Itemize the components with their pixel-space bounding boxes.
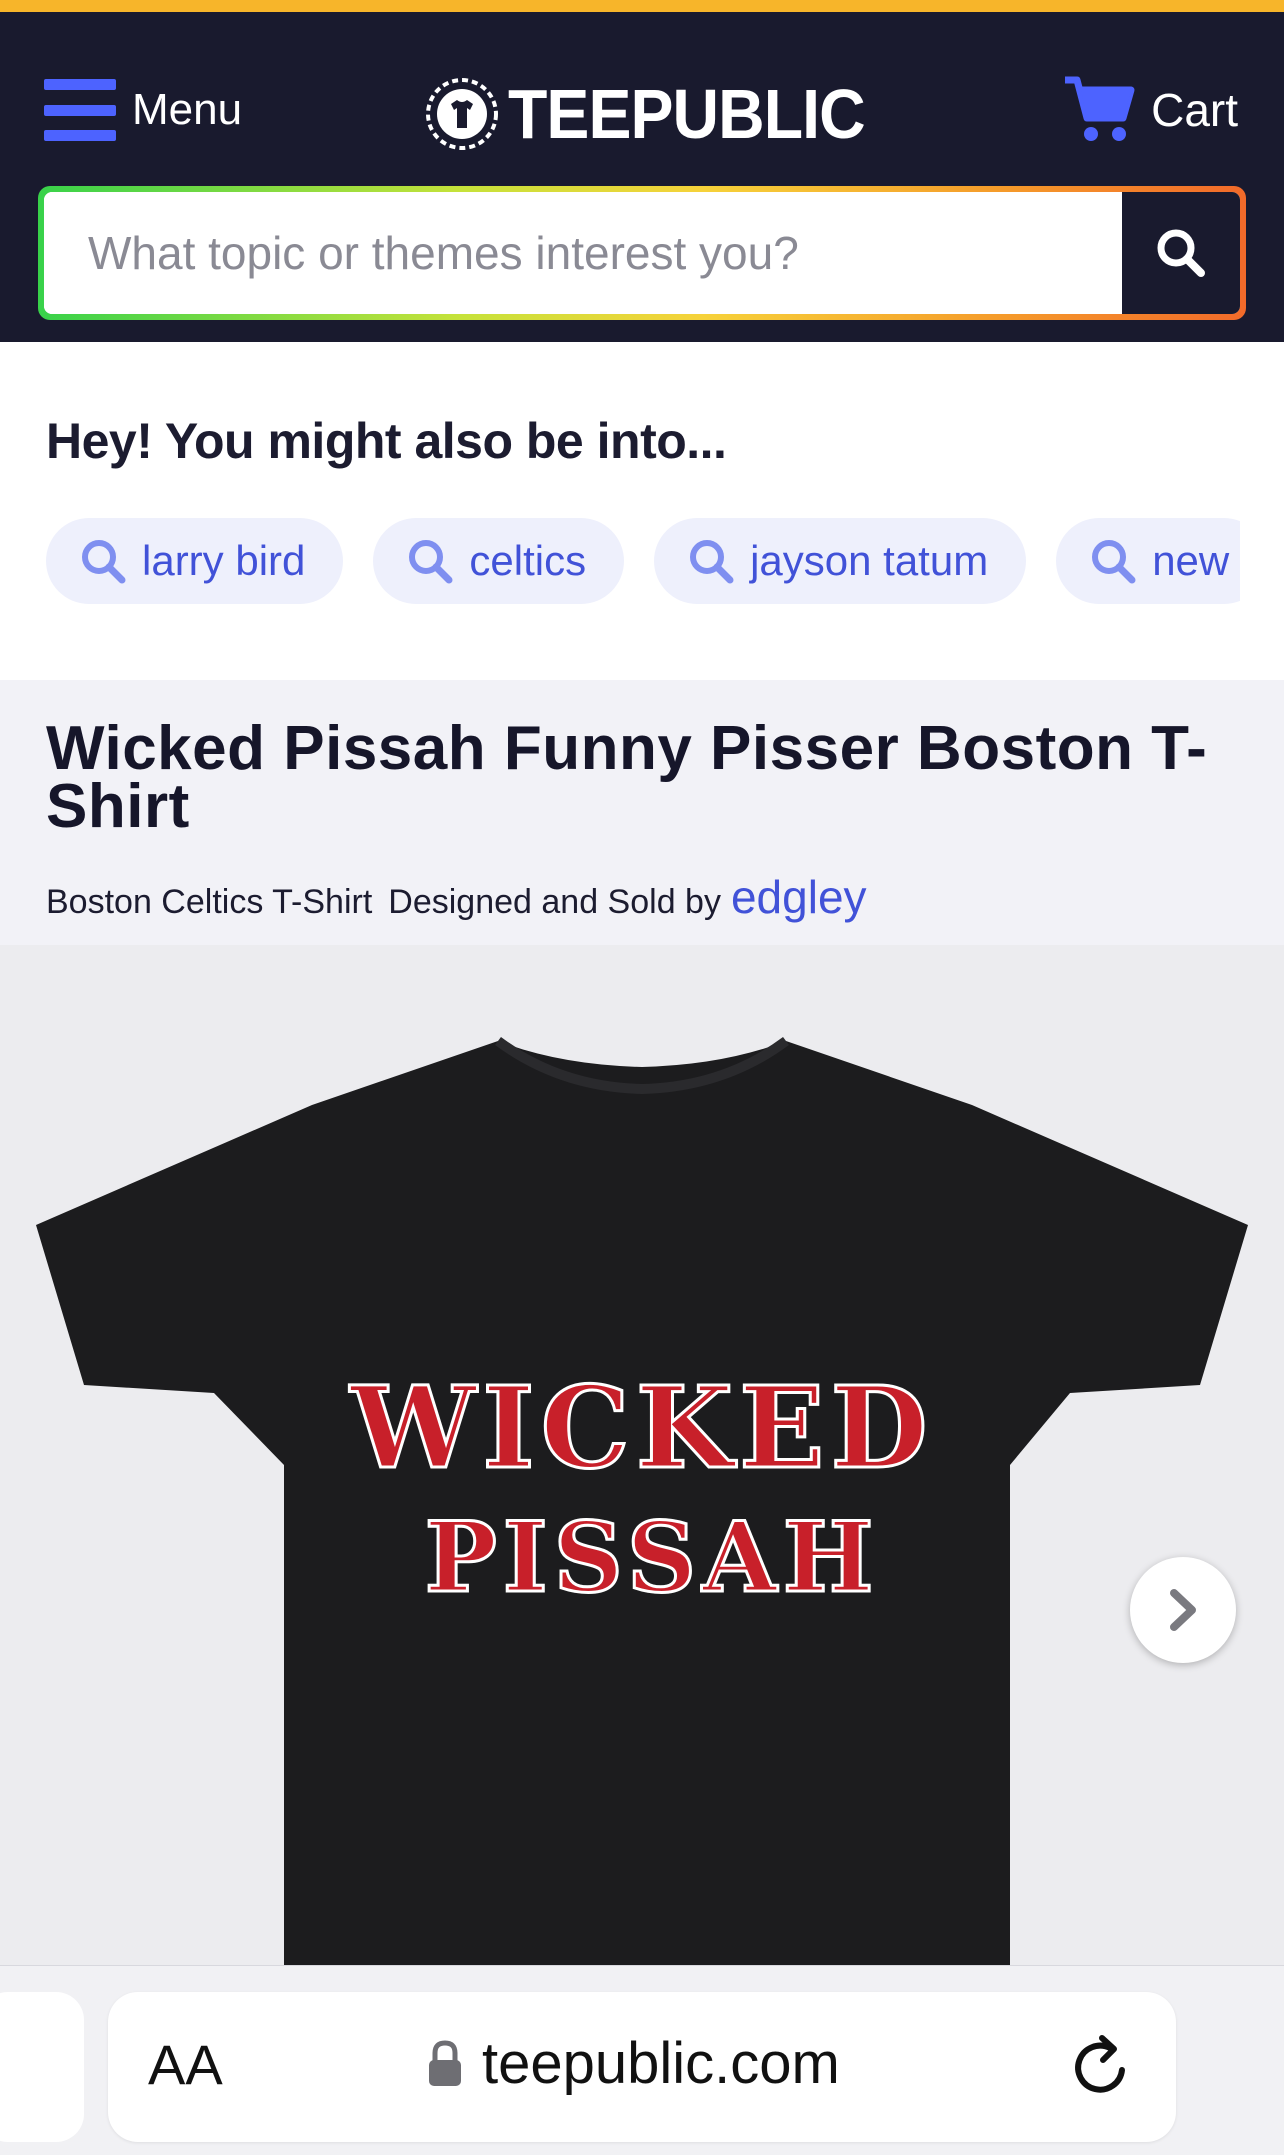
suggestion-chip-label: new [1152,537,1230,584]
search-button[interactable] [1122,192,1240,314]
site-logo[interactable]: TEEPUBLIC [424,64,896,164]
top-accent-stripe [0,0,1284,12]
suggestions-title: Hey! You might also be into... [46,413,727,469]
next-image-button[interactable] [1130,1557,1236,1663]
shirt-print-line1: WICKED [349,1363,933,1494]
search-icon [1092,540,1136,584]
logo-text: TEEPUBLIC [508,75,866,153]
artist-link[interactable]: edgley [731,870,867,924]
search-input[interactable] [44,192,1122,314]
product-category-link[interactable]: Boston Celtics T-Shirt [46,883,372,922]
product-subtitle: Boston Celtics T-Shirt Designed and Sold… [46,870,867,924]
cart-button[interactable]: Cart [1061,68,1238,152]
product-image[interactable]: WICKED PISSAH [0,945,1284,1965]
browser-toolbar: AA teepublic.com [0,1965,1284,2155]
cart-label: Cart [1151,84,1238,136]
address-bar[interactable]: AA teepublic.com [108,1992,1176,2142]
suggestion-chip[interactable]: jayson tatum [654,518,1027,604]
menu-label: Menu [132,85,243,134]
suggestion-chip-label: jayson tatum [750,537,989,584]
suggestion-chip-label: celtics [469,537,587,584]
suggestion-chip-label: larry bird [142,537,306,584]
search-bar [38,186,1246,320]
suggestion-chip[interactable]: celtics [373,518,625,604]
url-text: teepublic.com [482,2031,840,2096]
product-image-gallery: WICKED PISSAH [0,945,1284,1965]
cart-icon [1065,76,1135,141]
tshirt-laurel-icon [426,78,498,150]
menu-button[interactable]: Menu [44,70,242,150]
search-icon [1157,229,1205,277]
previous-tab-stub[interactable] [0,1992,84,2142]
search-icon [690,540,734,584]
aa-label: AA [148,2033,223,2096]
url-display[interactable]: teepublic.com [426,2030,840,2097]
search-icon [409,540,453,584]
suggestions-section: Hey! You might also be into... larry bir… [0,342,1284,680]
reload-icon[interactable] [1066,2032,1136,2102]
lock-icon [429,2039,461,2086]
product-title: Wicked Pissah Funny Pisser Boston T-Shir… [46,714,1208,841]
suggestion-chip[interactable]: larry bird [46,518,344,604]
hamburger-icon [44,79,116,141]
designed-by-label: Designed and Sold by [388,883,721,921]
product-header: Wicked Pissah Funny Pisser Boston T-Shir… [0,680,1284,945]
search-icon [82,540,126,584]
shirt-print-line2: PISSAH [425,1501,880,1614]
suggestion-chip[interactable]: new [1056,518,1240,604]
reader-settings-button[interactable]: AA [148,2032,223,2097]
site-header: Menu TEEPUBLIC Cart [0,12,1284,342]
chevron-right-icon [1170,1589,1196,1631]
suggestion-chips: larry bird celtics jayson tatum new [46,518,1240,608]
